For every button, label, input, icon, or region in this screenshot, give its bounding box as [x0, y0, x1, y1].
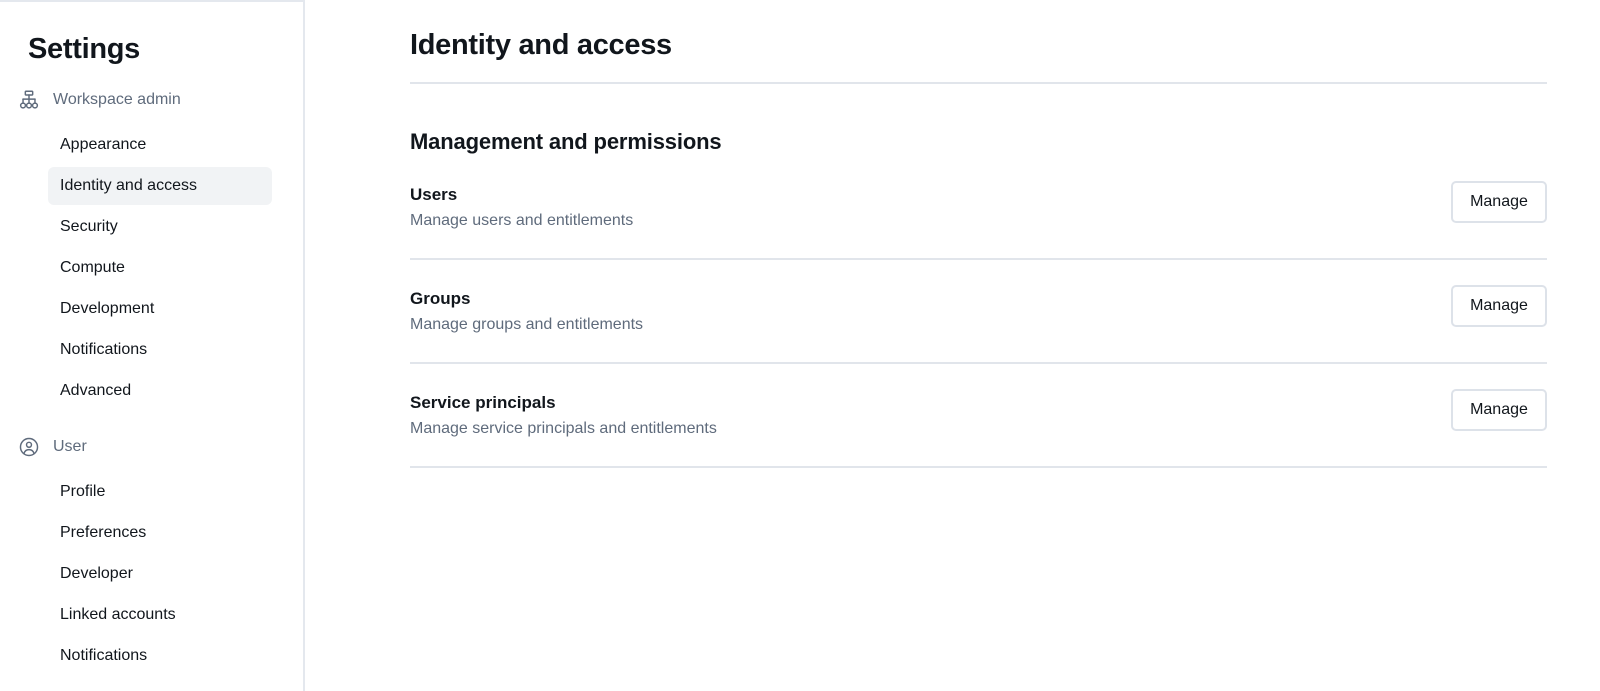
settings-page: Settings Workspace admin Appearance Iden… [0, 0, 1600, 691]
user-circle-icon [18, 436, 40, 458]
sidebar-item-appearance[interactable]: Appearance [48, 126, 272, 164]
row-description-users: Manage users and entitlements [410, 212, 634, 229]
main-inner: Identity and access Management and permi… [305, 0, 1600, 468]
row-text: Groups Manage groups and entitlements [410, 285, 643, 337]
row-description-service-principals: Manage service principals and entitlemen… [410, 420, 717, 437]
main-content: Identity and access Management and permi… [305, 0, 1600, 691]
nav-list-workspace-admin: Appearance Identity and access Security … [0, 126, 303, 410]
permission-rows: Users Manage users and entitlements Mana… [410, 181, 1547, 468]
manage-service-principals-button[interactable]: Manage [1451, 389, 1547, 431]
sidebar-title: Settings [28, 33, 140, 65]
sidebar-item-user-notifications[interactable]: Notifications [48, 637, 272, 675]
row-text: Service principals Manage service princi… [410, 389, 717, 441]
sidebar-item-preferences[interactable]: Preferences [48, 514, 272, 552]
row-title-service-principals: Service principals [410, 393, 556, 412]
sidebar-item-development[interactable]: Development [48, 290, 272, 328]
manage-groups-button[interactable]: Manage [1451, 285, 1547, 327]
sidebar-item-compute[interactable]: Compute [48, 249, 272, 287]
sidebar-item-notifications[interactable]: Notifications [48, 331, 272, 369]
sidebar-item-identity-and-access[interactable]: Identity and access [48, 167, 272, 205]
nav-group-header-workspace-admin[interactable]: Workspace admin [0, 85, 303, 115]
table-row: Users Manage users and entitlements Mana… [410, 181, 1547, 260]
section-title: Management and permissions [410, 129, 722, 154]
nav-group-label: Workspace admin [53, 91, 181, 108]
row-title-users: Users [410, 185, 458, 204]
table-row: Service principals Manage service princi… [410, 364, 1547, 468]
nav-group-workspace-admin: Workspace admin Appearance Identity and … [0, 85, 303, 410]
org-hierarchy-icon [18, 89, 40, 111]
nav-group-header-user[interactable]: User [0, 432, 303, 462]
sidebar-item-security[interactable]: Security [48, 208, 272, 246]
row-text: Users Manage users and entitlements [410, 181, 633, 233]
sidebar-item-profile[interactable]: Profile [48, 473, 272, 511]
row-title-groups: Groups [410, 289, 471, 308]
table-row: Groups Manage groups and entitlements Ma… [410, 260, 1547, 364]
nav-group-user: User Profile Preferences Developer Linke… [0, 432, 303, 675]
settings-sidebar: Settings Workspace admin Appearance Iden… [0, 0, 305, 691]
manage-users-button[interactable]: Manage [1451, 181, 1547, 223]
sidebar-item-developer[interactable]: Developer [48, 555, 272, 593]
page-title: Identity and access [410, 29, 672, 61]
sidebar-item-advanced[interactable]: Advanced [48, 372, 272, 410]
nav-group-label: User [53, 438, 87, 455]
sidebar-item-linked-accounts[interactable]: Linked accounts [48, 596, 272, 634]
nav-list-user: Profile Preferences Developer Linked acc… [0, 473, 303, 675]
row-description-groups: Manage groups and entitlements [410, 316, 644, 333]
